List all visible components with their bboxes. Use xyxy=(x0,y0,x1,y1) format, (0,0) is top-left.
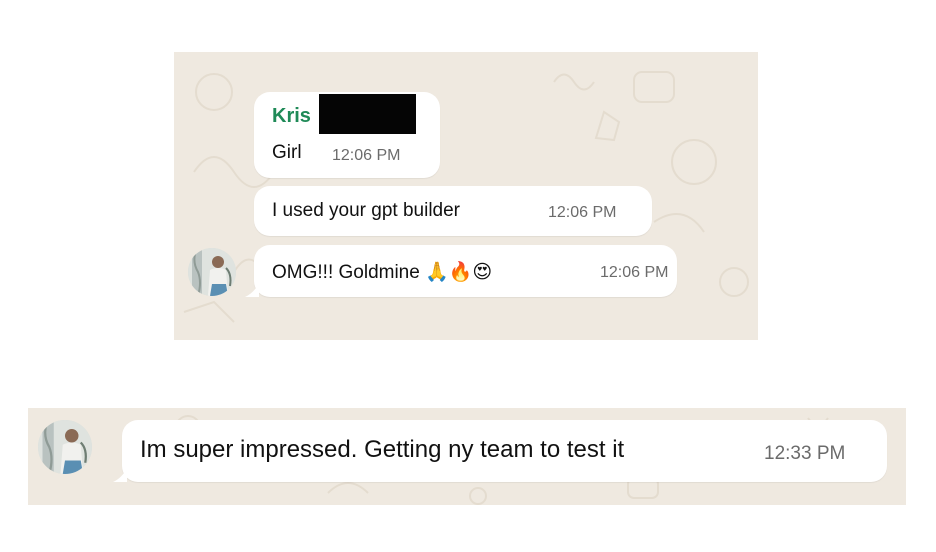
sender-row: Kris xyxy=(272,94,416,134)
message-text: I used your gpt builder xyxy=(272,200,461,221)
redacted-block xyxy=(318,94,416,134)
bubble-tail xyxy=(245,283,259,297)
message-timestamp: 12:06 PM xyxy=(332,147,401,164)
message-text: Im super impressed. Getting ny team to t… xyxy=(140,436,625,463)
message-bubble-2[interactable]: I used your gpt builder 12:06 PM xyxy=(254,186,652,236)
message-emojis: 🙏🔥😍 xyxy=(425,261,493,283)
message-text-body: OMG!!! Goldmine xyxy=(272,262,420,283)
contact-avatar[interactable] xyxy=(38,420,92,474)
message-timestamp: 12:33 PM xyxy=(764,443,846,464)
message-timestamp: 12:06 PM xyxy=(600,264,669,281)
message-bubble-3[interactable]: OMG!!! Goldmine 🙏🔥😍 12:06 PM xyxy=(245,245,677,297)
avatar-image xyxy=(188,248,236,296)
avatar-image xyxy=(38,420,92,474)
message-text: OMG!!! Goldmine 🙏🔥😍 xyxy=(272,260,492,284)
bubble-tail xyxy=(113,468,127,482)
message-bubble-4[interactable]: Im super impressed. Getting ny team to t… xyxy=(113,420,887,482)
chat-panel-bottom: Im super impressed. Getting ny team to t… xyxy=(28,408,906,505)
sender-name[interactable]: Kris xyxy=(272,105,311,128)
message-text: Girl xyxy=(272,142,302,163)
contact-avatar[interactable] xyxy=(188,248,236,296)
message-timestamp: 12:06 PM xyxy=(548,204,617,221)
chat-panel-top: Kris Girl 12:06 PM I used your gpt build… xyxy=(174,52,758,340)
message-bubble-1[interactable]: Kris Girl 12:06 PM xyxy=(254,92,440,178)
